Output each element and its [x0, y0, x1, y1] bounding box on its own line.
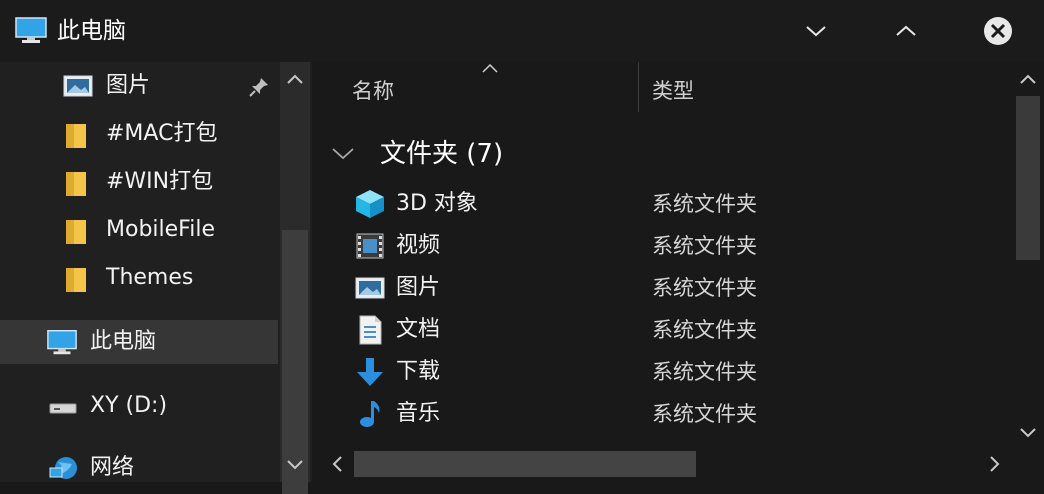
column-header-type-label: 类型	[652, 79, 694, 103]
column-header-type[interactable]: 类型	[652, 62, 952, 118]
nav-item-label: XY (D:)	[90, 393, 168, 418]
folder-icon	[66, 172, 86, 196]
documents-icon	[359, 315, 382, 345]
content-scrollbar-thumb[interactable]	[1016, 96, 1040, 260]
folder-icon	[66, 124, 86, 148]
file-type: 系统文件夹	[652, 318, 757, 342]
nav-item-label: #WIN打包	[106, 169, 214, 194]
scroll-down-icon[interactable]	[1016, 420, 1040, 444]
scroll-right-icon[interactable]	[982, 452, 1006, 476]
nav-item-mac-pack[interactable]: #MAC打包	[0, 112, 278, 156]
nav-item-win-pack[interactable]: #WIN打包	[0, 160, 278, 204]
navigation-pane: 图片 #MAC打包 #WIN打包 MobileFile Themes 此电脑 X…	[0, 62, 312, 482]
group-title: 文件夹 (7)	[380, 139, 504, 169]
file-list: 名称 类型 文件夹 (7) 3D 对象 系统文件夹 视频 系统文件夹 图片 系统…	[312, 62, 1012, 482]
nav-item-label: 图片	[106, 73, 151, 98]
videos-icon	[356, 233, 384, 259]
column-header-name-label: 名称	[352, 79, 394, 103]
folder-icon	[66, 220, 86, 244]
drive-icon	[49, 403, 77, 414]
chevron-down-icon	[332, 148, 354, 160]
file-name: 文档	[396, 317, 441, 342]
folder-icon	[66, 268, 86, 292]
file-type: 系统文件夹	[652, 234, 757, 258]
window-title: 此电脑	[57, 18, 126, 44]
file-name: 视频	[396, 233, 441, 258]
file-type: 系统文件夹	[652, 192, 757, 216]
file-row-pictures[interactable]: 图片 系统文件夹	[348, 268, 968, 308]
horizontal-scrollbar[interactable]	[324, 446, 1012, 482]
file-row-videos[interactable]: 视频 系统文件夹	[348, 226, 968, 266]
chevron-up-icon	[896, 25, 916, 36]
downloads-icon	[357, 358, 383, 386]
music-icon	[360, 401, 380, 427]
file-name: 3D 对象	[396, 191, 478, 216]
navigate-up-button[interactable]	[884, 10, 928, 52]
column-header-name[interactable]: 名称	[352, 62, 632, 118]
pictures-icon	[63, 75, 93, 97]
nav-item-label: MobileFile	[106, 217, 215, 242]
nav-item-mobilefile[interactable]: MobileFile	[0, 208, 278, 252]
file-name: 下载	[396, 359, 441, 384]
close-icon	[984, 17, 1012, 45]
horizontal-scrollbar-thumb[interactable]	[354, 451, 696, 477]
file-name: 图片	[396, 275, 441, 300]
this-pc-icon	[15, 17, 47, 43]
scroll-up-icon[interactable]	[283, 68, 307, 92]
nav-item-network[interactable]: 网络	[0, 446, 278, 482]
nav-item-this-pc[interactable]: 此电脑	[0, 320, 278, 364]
nav-item-pictures[interactable]: 图片	[0, 64, 278, 108]
nav-item-drive-d[interactable]: XY (D:)	[0, 384, 278, 428]
content-scrollbar[interactable]	[1012, 62, 1044, 482]
file-type: 系统文件夹	[652, 360, 757, 384]
scroll-down-icon[interactable]	[283, 452, 307, 476]
column-divider[interactable]	[638, 62, 639, 112]
ribbon-expand-button[interactable]	[794, 10, 838, 52]
nav-item-label: #MAC打包	[106, 121, 218, 146]
nav-item-label: 网络	[90, 455, 135, 480]
close-button[interactable]	[976, 10, 1020, 52]
nav-item-label: 此电脑	[90, 329, 157, 354]
nav-scrollbar[interactable]	[280, 62, 312, 494]
network-icon	[49, 457, 77, 479]
3d-objects-icon	[356, 190, 384, 218]
file-type: 系统文件夹	[652, 276, 757, 300]
this-pc-icon	[47, 330, 77, 355]
title-bar: 此电脑	[0, 0, 1044, 62]
nav-item-themes[interactable]: Themes	[0, 256, 278, 300]
pin-icon[interactable]	[248, 76, 270, 98]
chevron-down-icon	[806, 26, 826, 37]
scroll-up-icon[interactable]	[1016, 68, 1040, 92]
file-name: 音乐	[396, 401, 441, 426]
scroll-left-icon[interactable]	[326, 452, 350, 476]
file-row-documents[interactable]: 文档 系统文件夹	[348, 310, 968, 350]
nav-item-label: Themes	[106, 265, 194, 290]
file-row-3d-objects[interactable]: 3D 对象 系统文件夹	[348, 184, 968, 224]
file-row-music[interactable]: 音乐 系统文件夹	[348, 394, 968, 434]
file-type: 系统文件夹	[652, 402, 757, 426]
pictures-icon	[355, 277, 385, 299]
file-row-downloads[interactable]: 下载 系统文件夹	[348, 352, 968, 392]
